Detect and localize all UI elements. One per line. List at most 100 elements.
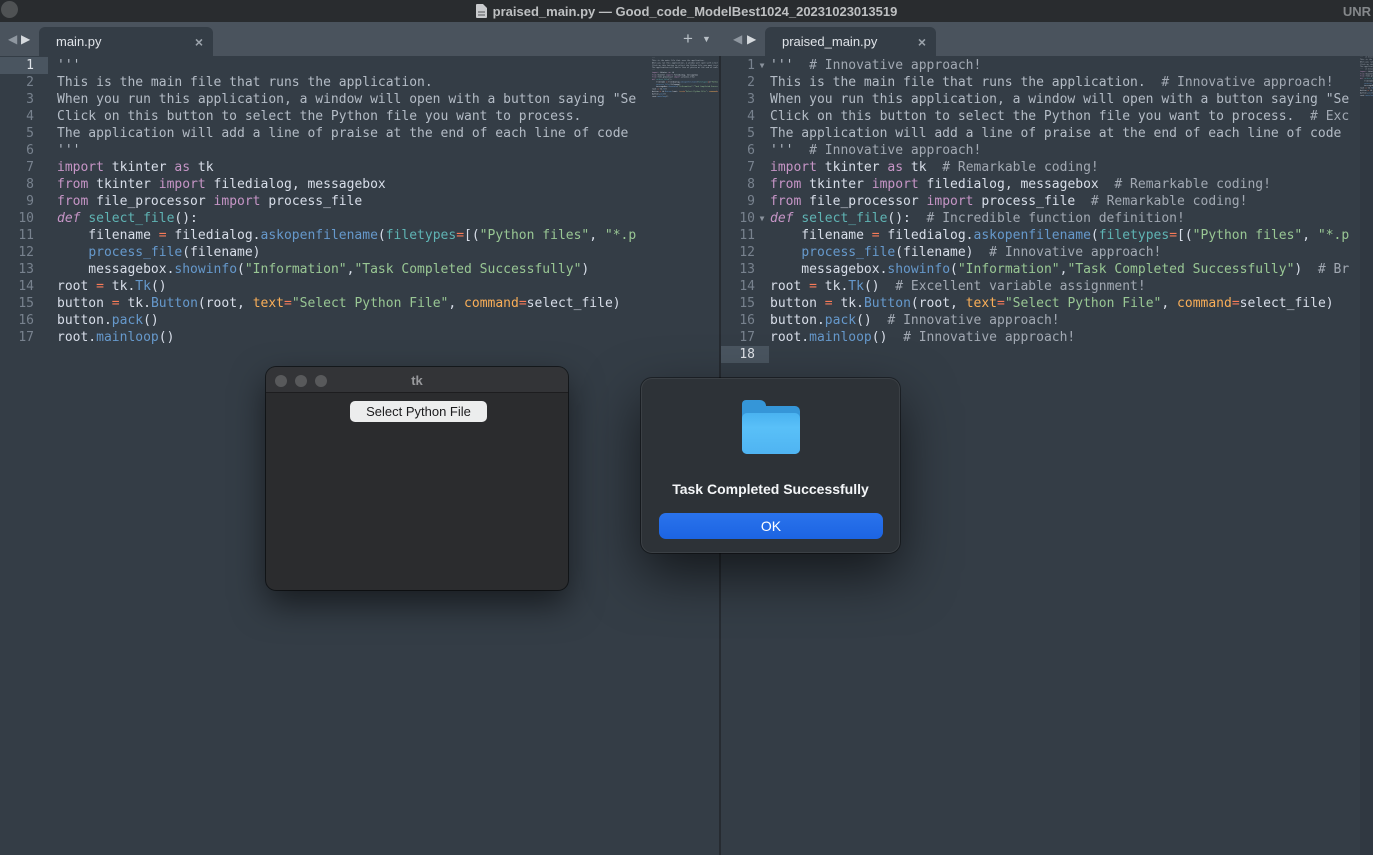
tk-titlebar[interactable]: tk [266, 367, 568, 393]
code-line[interactable]: process_file(filename) [57, 244, 651, 261]
code-token: from [57, 177, 88, 192]
code-line[interactable]: ''' # Innovative approach! [770, 142, 1360, 159]
code-line[interactable]: button.pack() # Innovative approach! [770, 312, 1360, 329]
code-line[interactable]: When you run this application, a window … [770, 91, 1360, 108]
code-token: text [966, 296, 997, 311]
right-pane-back-icon[interactable]: ◀ [733, 22, 742, 56]
new-tab-button[interactable]: + [683, 22, 693, 56]
code-token: button. [770, 313, 825, 328]
code-line[interactable]: root = tk.Tk() # Excellent variable assi… [770, 278, 1360, 295]
code-token: filename [57, 228, 159, 243]
code-line[interactable]: import tkinter as tk # Remarkable coding… [770, 159, 1360, 176]
code-line[interactable]: button.pack() [57, 312, 651, 329]
code-token: "Select Python File" [1005, 296, 1162, 311]
code-token: filetypes [386, 228, 456, 243]
line-number: 1▼ [721, 57, 769, 74]
code-line[interactable]: The application will add a line of prais… [770, 125, 1360, 142]
line-number: 14 [0, 278, 48, 295]
code-line[interactable]: filename = filedialog.askopenfilename(fi… [57, 227, 651, 244]
code-line[interactable]: ''' [57, 142, 651, 159]
code-token: = [456, 228, 464, 243]
code-line[interactable]: When you run this application, a window … [57, 91, 651, 108]
code-token: filedialog. [167, 228, 261, 243]
code-line[interactable]: The application will add a line of prais… [652, 67, 718, 69]
minimap[interactable]: ''' # Innovative approach!This is the ma… [1360, 56, 1373, 855]
code-line[interactable]: from file_processor import process_file … [770, 193, 1360, 210]
code-line[interactable]: Click on this button to select the Pytho… [57, 108, 651, 125]
code-token: This is the main file that runs the appl… [57, 75, 433, 90]
right-pane-forward-icon[interactable]: ▶ [747, 22, 756, 56]
code-token: ( [237, 262, 245, 277]
fold-arrow-icon[interactable]: ▼ [755, 214, 769, 223]
code-line[interactable] [770, 346, 1360, 363]
code-token: () [666, 95, 668, 97]
code-line[interactable] [1360, 96, 1373, 98]
code-line[interactable]: root.mainloop() # Innovative approach! [770, 329, 1360, 346]
code-line[interactable]: Click on this button to select the Pytho… [770, 108, 1360, 125]
code-token: root [770, 279, 809, 294]
line-number: 17 [721, 329, 769, 346]
minimap[interactable]: '''This is the main file that runs the a… [652, 57, 718, 197]
code-line[interactable]: The application will add a line of prais… [57, 125, 651, 142]
code-token: , [1161, 296, 1177, 311]
code-line[interactable]: root.mainloop() # Innovative approach! [1360, 94, 1373, 96]
code-line[interactable]: ''' # Innovative approach! [770, 57, 1360, 74]
code-line[interactable]: from tkinter import filedialog, messageb… [57, 176, 651, 193]
code-token: askopenfilename [261, 228, 378, 243]
left-pane-back-icon[interactable]: ◀ [8, 22, 17, 56]
code-token: button [57, 296, 112, 311]
code-token: mainloop [96, 330, 159, 345]
select-python-file-button[interactable]: Select Python File [350, 401, 487, 422]
code-line[interactable]: process_file(filename) # Innovative appr… [770, 244, 1360, 261]
code-line[interactable]: from tkinter import filedialog, messageb… [770, 176, 1360, 193]
fold-arrow-icon[interactable]: ▼ [755, 61, 769, 70]
tab-main-py[interactable]: main.py × [39, 27, 213, 56]
code-line[interactable]: import tkinter as tk [57, 159, 651, 176]
code-token: # Innovative approach! [1146, 75, 1334, 90]
line-number: 5 [0, 125, 48, 142]
code-line[interactable]: ''' [57, 57, 651, 74]
code-line[interactable]: button = tk.Button(root, text="Select Py… [57, 295, 651, 312]
close-tab-icon[interactable]: × [918, 27, 926, 56]
code-line[interactable]: def select_file(): # Incredible function… [770, 210, 1360, 227]
window-title: praised_main.py — Good_code_ModelBest102… [493, 4, 898, 19]
code-line[interactable]: root.mainloop() [652, 95, 718, 97]
tab-overflow-menu-icon[interactable]: ▼ [702, 22, 711, 56]
code-token: This is the main file that runs the appl… [770, 75, 1146, 90]
code-token: tk [903, 160, 926, 175]
code-line[interactable]: messagebox.showinfo("Information","Task … [57, 261, 651, 278]
code-token: () [864, 279, 880, 294]
tab-praised-main-py[interactable]: praised_main.py × [765, 27, 936, 56]
code-token: import [159, 177, 206, 192]
ok-button[interactable]: OK [659, 513, 883, 539]
code-token: tk. [817, 279, 848, 294]
code-line[interactable]: This is the main file that runs the appl… [57, 74, 651, 91]
code-line[interactable]: messagebox.showinfo("Information","Task … [770, 261, 1360, 278]
window-title-group: praised_main.py — Good_code_ModelBest102… [0, 0, 1373, 22]
line-number-gutter: 1234567891011121314151617 [0, 57, 48, 346]
code-token: Click on this button to select the Pytho… [57, 109, 581, 124]
code-line[interactable]: root = tk.Tk() [57, 278, 651, 295]
left-pane-forward-icon[interactable]: ▶ [21, 22, 30, 56]
code-line[interactable]: button = tk.Button(root, text="Select Py… [770, 295, 1360, 312]
line-number: 13 [0, 261, 48, 278]
code-editor[interactable]: '''This is the main file that runs the a… [57, 57, 651, 377]
code-line[interactable]: root.mainloop() [57, 329, 651, 346]
close-tab-icon[interactable]: × [195, 27, 203, 56]
code-line[interactable]: This is the main file that runs the appl… [770, 74, 1360, 91]
code-line[interactable]: filename = filedialog.askopenfilename(fi… [770, 227, 1360, 244]
code-token: showinfo [887, 262, 950, 277]
code-token: filedialog, messagebox [919, 177, 1099, 192]
code-token: = [809, 279, 817, 294]
code-token: = [1169, 228, 1177, 243]
code-token: askopenfilename [974, 228, 1091, 243]
line-number: 17 [0, 329, 48, 346]
code-line[interactable]: from file_processor import process_file [57, 193, 651, 210]
code-line[interactable]: def select_file(): [57, 210, 651, 227]
code-token: process_file [88, 245, 182, 260]
line-number: 15 [721, 295, 769, 312]
code-editor[interactable]: ''' # Innovative approach!This is the ma… [770, 57, 1360, 397]
titlebar[interactable]: praised_main.py — Good_code_ModelBest102… [0, 0, 1373, 22]
code-token: () [159, 330, 175, 345]
code-token: = [872, 228, 880, 243]
